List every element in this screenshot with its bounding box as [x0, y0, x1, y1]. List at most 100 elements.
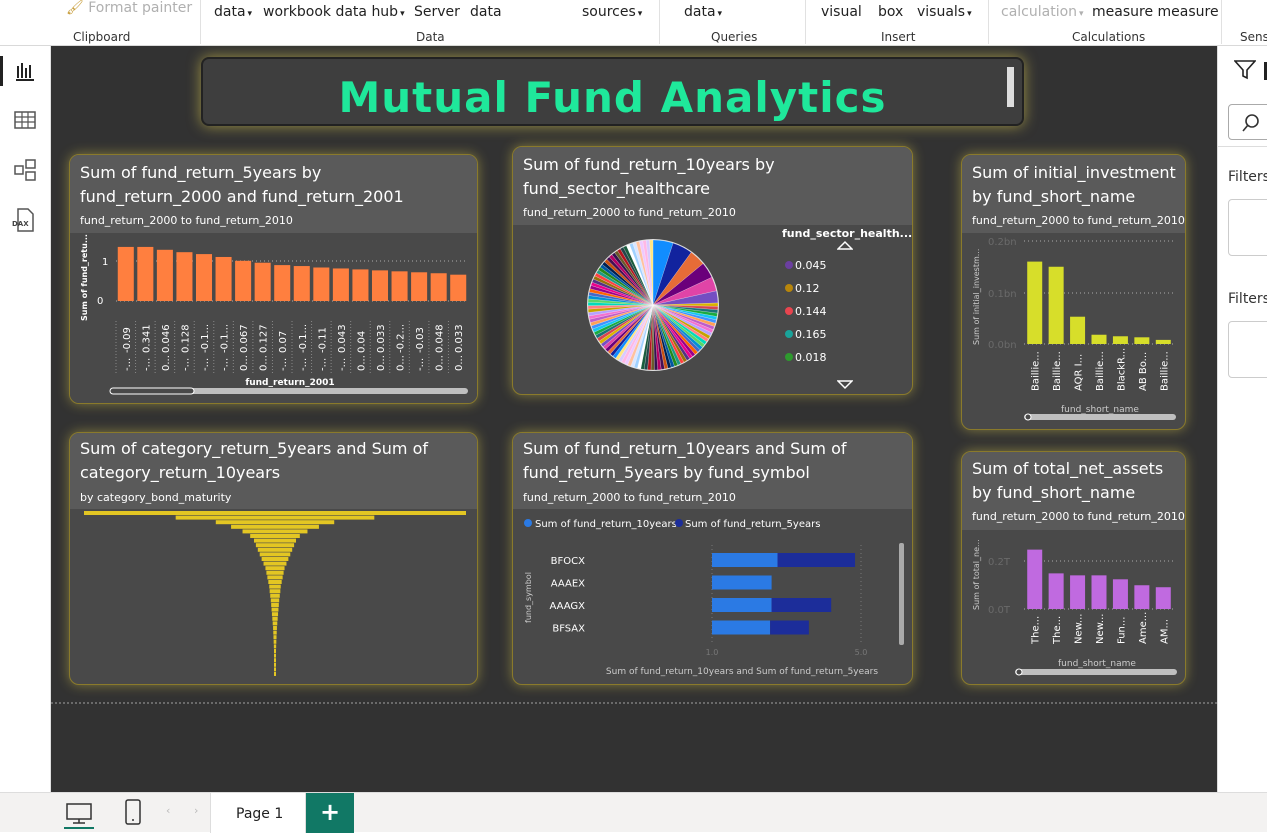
- bar-segment: [712, 575, 772, 590]
- recent-sources-dropdown[interactable]: sources ▾: [582, 4, 642, 20]
- legend-item[interactable]: 0.165: [785, 328, 827, 341]
- filters-pane: Filters Filters: [1217, 46, 1267, 792]
- chevron-left-icon[interactable]: ‹: [166, 804, 170, 817]
- x-tick-label: 0.033: [454, 324, 465, 353]
- new-visual-button[interactable]: visual: [821, 4, 862, 20]
- table-view-icon[interactable]: [12, 107, 38, 133]
- funnel-bar: [263, 561, 287, 566]
- mobile-view-icon[interactable]: [122, 798, 144, 830]
- x-tick-label: 0...: [435, 355, 446, 371]
- page-tab-1[interactable]: Page 1: [210, 793, 306, 833]
- new-measure-button[interactable]: measure measure: [1092, 4, 1219, 20]
- category-return-funnel-chart[interactable]: Sum of category_return_5years and Sum of…: [69, 432, 478, 685]
- x-axis-title: fund_short_name: [1061, 405, 1139, 415]
- queries-group-label: Queries: [711, 30, 758, 44]
- bar: [293, 266, 310, 301]
- legend-marker: [785, 284, 793, 292]
- transform-data-dropdown[interactable]: data ▾: [684, 4, 722, 20]
- y-axis-title: Sum of total_ne...: [972, 539, 981, 610]
- x-tick-label: New...: [1074, 614, 1085, 644]
- desktop-view-icon[interactable]: [64, 799, 94, 829]
- funnel-bar: [273, 639, 277, 644]
- fund-symbol-stacked-bar-chart[interactable]: Sum of fund_return_10years and Sum of fu…: [512, 432, 913, 685]
- chevron-down-icon: ▾: [717, 9, 723, 19]
- x-tick-label: 0.07: [278, 331, 289, 353]
- funnel-bar: [265, 566, 285, 571]
- legend-scroll-up-icon[interactable]: [836, 239, 854, 253]
- legend-scroll-down-icon[interactable]: [836, 375, 854, 394]
- bar: [195, 254, 213, 301]
- chevron-right-icon[interactable]: ›: [194, 804, 198, 817]
- get-data-dropdown[interactable]: data ▾: [214, 4, 252, 20]
- bar: [117, 246, 134, 301]
- legend-marker: [524, 519, 532, 527]
- bar: [1070, 575, 1086, 609]
- x-tick-label: -0.03: [415, 327, 426, 353]
- funnel-bar: [274, 672, 276, 676]
- funnel-bar: [266, 570, 284, 575]
- active-indicator: [0, 56, 3, 86]
- legend-item[interactable]: 0.144: [785, 305, 827, 318]
- text-box-button[interactable]: box: [878, 4, 903, 20]
- report-title-box[interactable]: Mutual Fund Analytics: [201, 57, 1024, 126]
- filters-heading: Filters: [1228, 169, 1267, 185]
- y-axis-title: Sum of initial_investm...: [972, 249, 981, 345]
- divider: [1218, 146, 1267, 147]
- ribbon-divider: [200, 0, 201, 44]
- x-axis-title: fund_short_name: [1058, 659, 1136, 669]
- initial-investment-chart[interactable]: Sum of initial_investment by fund_short_…: [961, 154, 1186, 430]
- filter-search-input[interactable]: [1228, 104, 1267, 140]
- filter-icon[interactable]: [1233, 60, 1257, 84]
- x-tick-label: 0.048: [435, 324, 446, 353]
- onelake-data-hub-dropdown[interactable]: workbook data hub ▾: [263, 4, 405, 20]
- legend-item[interactable]: 0.045: [785, 259, 827, 272]
- bar-segment: [712, 553, 778, 567]
- total-net-assets-chart[interactable]: Sum of total_net_assets by fund_short_na…: [961, 451, 1186, 685]
- y-tick-label: 0.2bn: [988, 237, 1017, 248]
- funnel-bar: [250, 534, 300, 538]
- funnel-bar: [274, 653, 276, 658]
- bar: [156, 249, 173, 301]
- report-view-icon[interactable]: [12, 58, 38, 84]
- x-tick-label: Baillie...: [1095, 351, 1106, 391]
- funnel-bar: [271, 612, 279, 617]
- x-tick-label: -...: [122, 358, 133, 371]
- bar: [1134, 585, 1150, 609]
- model-view-icon[interactable]: [12, 157, 38, 183]
- quick-measure-dropdown[interactable]: calculation ▾: [1001, 4, 1084, 20]
- legend-item[interactable]: 0.018: [785, 351, 827, 364]
- dax-query-view-icon[interactable]: DAX: [12, 207, 38, 233]
- add-page-button[interactable]: +: [306, 793, 354, 833]
- x-tick-label: 0.04: [356, 331, 367, 353]
- legend-label: 0.165: [795, 328, 827, 341]
- bar-segment: [712, 598, 772, 612]
- funnel-bar: [257, 547, 293, 552]
- x-tick-label: Ame...: [1138, 612, 1149, 644]
- y-tick-label: 0: [97, 296, 103, 307]
- funnel-bar: [269, 589, 281, 594]
- funnel-bar: [215, 520, 335, 525]
- filter-drop-well[interactable]: [1228, 199, 1267, 256]
- brush-icon: 🖌︎: [66, 0, 84, 16]
- bar: [1134, 337, 1150, 344]
- ribbon-divider: [659, 0, 660, 44]
- x-tick-label: -...: [200, 358, 211, 371]
- fund-return-5years-chart[interactable]: Sum of fund_return_5years by fund_return…: [69, 154, 478, 404]
- y-tick-label: AAAGX: [549, 601, 585, 612]
- x-tick-label: Baillie...: [1052, 351, 1063, 391]
- title-scrollbar[interactable]: [1007, 67, 1014, 107]
- legend-item[interactable]: 0.12: [785, 282, 820, 295]
- x-tick-label: -0.2...: [396, 324, 407, 353]
- funnel-bar: [273, 626, 277, 630]
- sql-server-button[interactable]: Server: [414, 4, 460, 20]
- vertical-scrollbar: [899, 543, 904, 645]
- format-painter-button[interactable]: 🖌︎ Format painter: [66, 0, 192, 16]
- x-tick-label: 0.046: [161, 324, 172, 353]
- enter-data-button[interactable]: data: [470, 4, 502, 20]
- fund-return-10years-pie-chart[interactable]: Sum of fund_return_10years by fund_secto…: [512, 146, 913, 395]
- y-tick-label: AAAEX: [551, 579, 585, 590]
- more-visuals-dropdown[interactable]: visuals ▾: [917, 4, 972, 20]
- filters-heading: Filters: [1228, 291, 1267, 307]
- filter-drop-well[interactable]: [1228, 321, 1267, 378]
- bar-segment: [777, 553, 856, 567]
